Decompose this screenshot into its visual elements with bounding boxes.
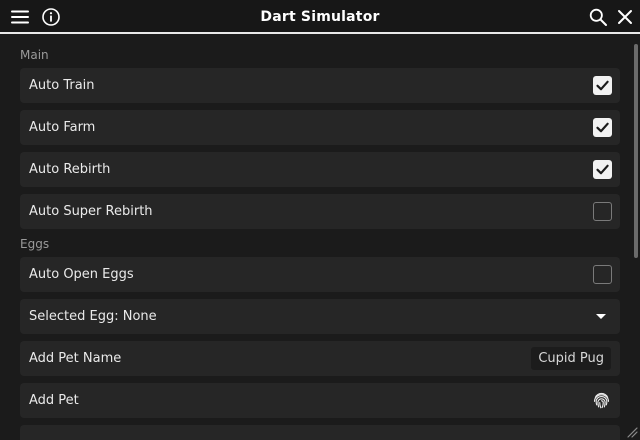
list-item-partial bbox=[20, 425, 620, 440]
dropdown-selected-egg[interactable]: Selected Egg: None bbox=[20, 299, 620, 334]
fingerprint-icon[interactable] bbox=[591, 390, 612, 411]
section-label-main: Main bbox=[20, 48, 49, 62]
chevron-down-icon[interactable] bbox=[596, 314, 606, 319]
window-title: Dart Simulator bbox=[260, 9, 380, 25]
toggle-label: Auto Train bbox=[29, 78, 95, 93]
close-icon[interactable] bbox=[615, 7, 635, 27]
button-label: Add Pet bbox=[29, 393, 79, 408]
toggle-auto-open-eggs[interactable]: Auto Open Eggs bbox=[20, 257, 620, 292]
toggle-auto-rebirth[interactable]: Auto Rebirth bbox=[20, 152, 620, 187]
options-list[interactable]: Main Auto Train Auto Farm Auto Rebirth A… bbox=[0, 36, 632, 440]
section-label-eggs: Eggs bbox=[20, 237, 50, 251]
toggle-label: Auto Farm bbox=[29, 120, 96, 135]
checkbox-checked[interactable] bbox=[593, 76, 612, 95]
toggle-auto-super-rebirth[interactable]: Auto Super Rebirth bbox=[20, 194, 620, 229]
textbox-add-pet-name[interactable]: Add Pet Name Cupid Pug bbox=[20, 341, 620, 376]
scrollbar-thumb[interactable] bbox=[634, 44, 638, 258]
checkbox-checked[interactable] bbox=[593, 160, 612, 179]
checkbox-checked[interactable] bbox=[593, 118, 612, 137]
toggle-label: Auto Rebirth bbox=[29, 162, 111, 177]
pet-name-input[interactable]: Cupid Pug bbox=[531, 347, 611, 370]
checkbox-unchecked[interactable] bbox=[593, 265, 612, 284]
checkbox-unchecked[interactable] bbox=[593, 202, 612, 221]
scrollbar[interactable] bbox=[632, 36, 640, 440]
resize-handle-icon[interactable] bbox=[624, 424, 638, 438]
search-icon[interactable] bbox=[588, 7, 608, 27]
textbox-label: Add Pet Name bbox=[29, 351, 122, 366]
title-bar: Dart Simulator bbox=[0, 0, 640, 34]
dropdown-label: Selected Egg: None bbox=[29, 309, 157, 324]
toggle-label: Auto Super Rebirth bbox=[29, 204, 153, 219]
button-add-pet[interactable]: Add Pet bbox=[20, 383, 620, 418]
toggle-label: Auto Open Eggs bbox=[29, 267, 134, 282]
toggle-auto-train[interactable]: Auto Train bbox=[20, 68, 620, 103]
toggle-auto-farm[interactable]: Auto Farm bbox=[20, 110, 620, 145]
